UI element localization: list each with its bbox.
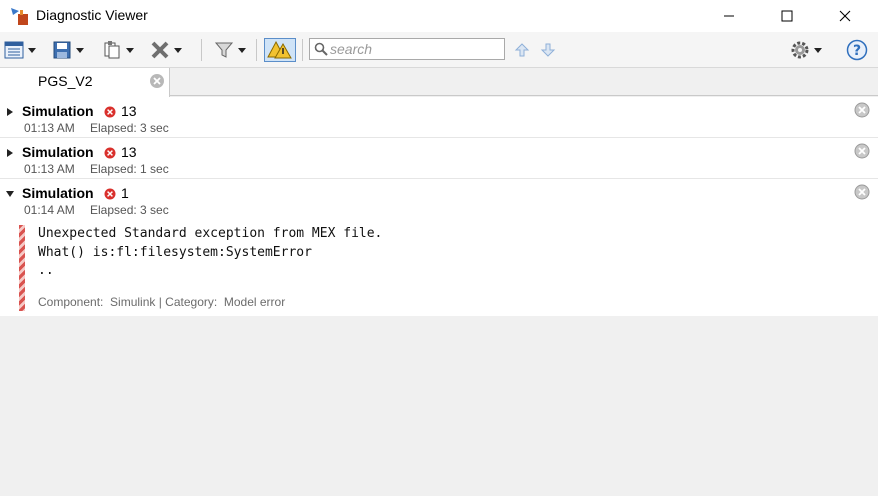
filter-icon <box>214 42 234 58</box>
expand-arrow-icon[interactable] <box>5 148 15 158</box>
up-arrow-icon <box>514 43 530 57</box>
expand-arrow-icon[interactable] <box>5 107 15 117</box>
app-icon <box>11 8 28 25</box>
window-title: Diagnostic Viewer <box>36 7 148 23</box>
copy-button[interactable] <box>102 38 134 62</box>
error-message-line: What() is:fl:filesystem:SystemError <box>38 245 312 260</box>
title-bar: Diagnostic Viewer <box>0 0 878 32</box>
entry-time: 01:13 AM <box>24 121 75 135</box>
close-entry-icon[interactable] <box>854 102 870 118</box>
previous-button[interactable] <box>514 38 530 62</box>
error-count: 13 <box>121 103 137 119</box>
chevron-down-icon <box>174 47 182 53</box>
chevron-down-icon <box>28 47 36 53</box>
list-item[interactable]: Simulation 13 01:13 AM Elapsed: 3 sec <box>0 97 878 138</box>
entry-time: 01:14 AM <box>24 203 75 217</box>
entry-elapsed: Elapsed: 1 sec <box>90 162 169 176</box>
down-arrow-icon <box>540 43 556 57</box>
warnings-toggle-button[interactable] <box>264 38 296 62</box>
error-message-line: .. <box>38 263 54 278</box>
save-button[interactable] <box>52 38 84 62</box>
chevron-down-icon <box>238 47 246 53</box>
settings-button[interactable] <box>790 38 822 62</box>
view-options-button[interactable] <box>4 38 36 62</box>
diagnostic-viewer-window: Diagnostic Viewer ? search PGS_V2 Simula… <box>0 0 878 496</box>
tab-label: PGS_V2 <box>38 73 93 89</box>
view-options-icon <box>4 41 24 59</box>
error-message-line: Unexpected Standard exception from MEX f… <box>38 226 383 241</box>
maximize-icon <box>781 10 793 22</box>
error-icon <box>104 147 116 159</box>
list-item[interactable]: Simulation 13 01:13 AM Elapsed: 1 sec <box>0 138 878 179</box>
entry-elapsed: Elapsed: 3 sec <box>90 203 169 217</box>
search-icon <box>314 42 328 56</box>
toolbar-separator <box>201 39 202 61</box>
warnings-toggle-icon <box>267 40 292 59</box>
tab-pgs-v2[interactable]: PGS_V2 <box>0 68 170 97</box>
error-icon <box>104 188 116 200</box>
close-tab-icon[interactable] <box>149 73 165 89</box>
svg-text:?: ? <box>853 43 861 59</box>
error-severity-bar <box>19 225 25 311</box>
entry-time: 01:13 AM <box>24 162 75 176</box>
entry-title: Simulation <box>22 144 94 160</box>
help-icon: ? <box>846 39 868 61</box>
help-button[interactable]: ? <box>846 38 868 62</box>
copy-icon <box>104 41 120 59</box>
error-metadata: Component: Simulink | Category: Model er… <box>38 295 286 309</box>
filter-button[interactable] <box>214 38 246 62</box>
chevron-down-icon <box>126 47 134 53</box>
diagnostics-list: Simulation 13 01:13 AM Elapsed: 3 sec Si… <box>0 97 878 316</box>
minimize-button[interactable] <box>706 0 752 32</box>
clear-button[interactable] <box>150 38 182 62</box>
gear-icon <box>791 41 809 59</box>
search-input[interactable] <box>330 40 500 58</box>
close-entry-icon[interactable] <box>854 143 870 159</box>
close-entry-icon[interactable] <box>854 184 870 200</box>
toolbar-separator <box>256 39 257 61</box>
entry-title: Simulation <box>22 185 94 201</box>
entry-title: Simulation <box>22 103 94 119</box>
error-count: 13 <box>121 144 137 160</box>
error-icon <box>104 106 116 118</box>
toolbar-separator <box>302 39 303 61</box>
chevron-down-icon <box>814 47 822 53</box>
collapse-arrow-icon[interactable] <box>5 189 15 199</box>
chevron-down-icon <box>76 47 84 53</box>
close-icon <box>839 10 851 22</box>
close-button[interactable] <box>822 0 868 32</box>
maximize-button[interactable] <box>764 0 810 32</box>
list-item-expanded[interactable]: Simulation 1 01:14 AM Elapsed: 3 sec Une… <box>0 179 878 316</box>
minimize-icon <box>724 15 734 17</box>
next-button[interactable] <box>540 38 556 62</box>
search-box[interactable] <box>309 38 505 60</box>
clear-icon <box>151 41 169 59</box>
entry-elapsed: Elapsed: 3 sec <box>90 121 169 135</box>
tab-strip: PGS_V2 <box>0 68 878 97</box>
error-count: 1 <box>121 185 129 201</box>
save-icon <box>53 41 71 59</box>
